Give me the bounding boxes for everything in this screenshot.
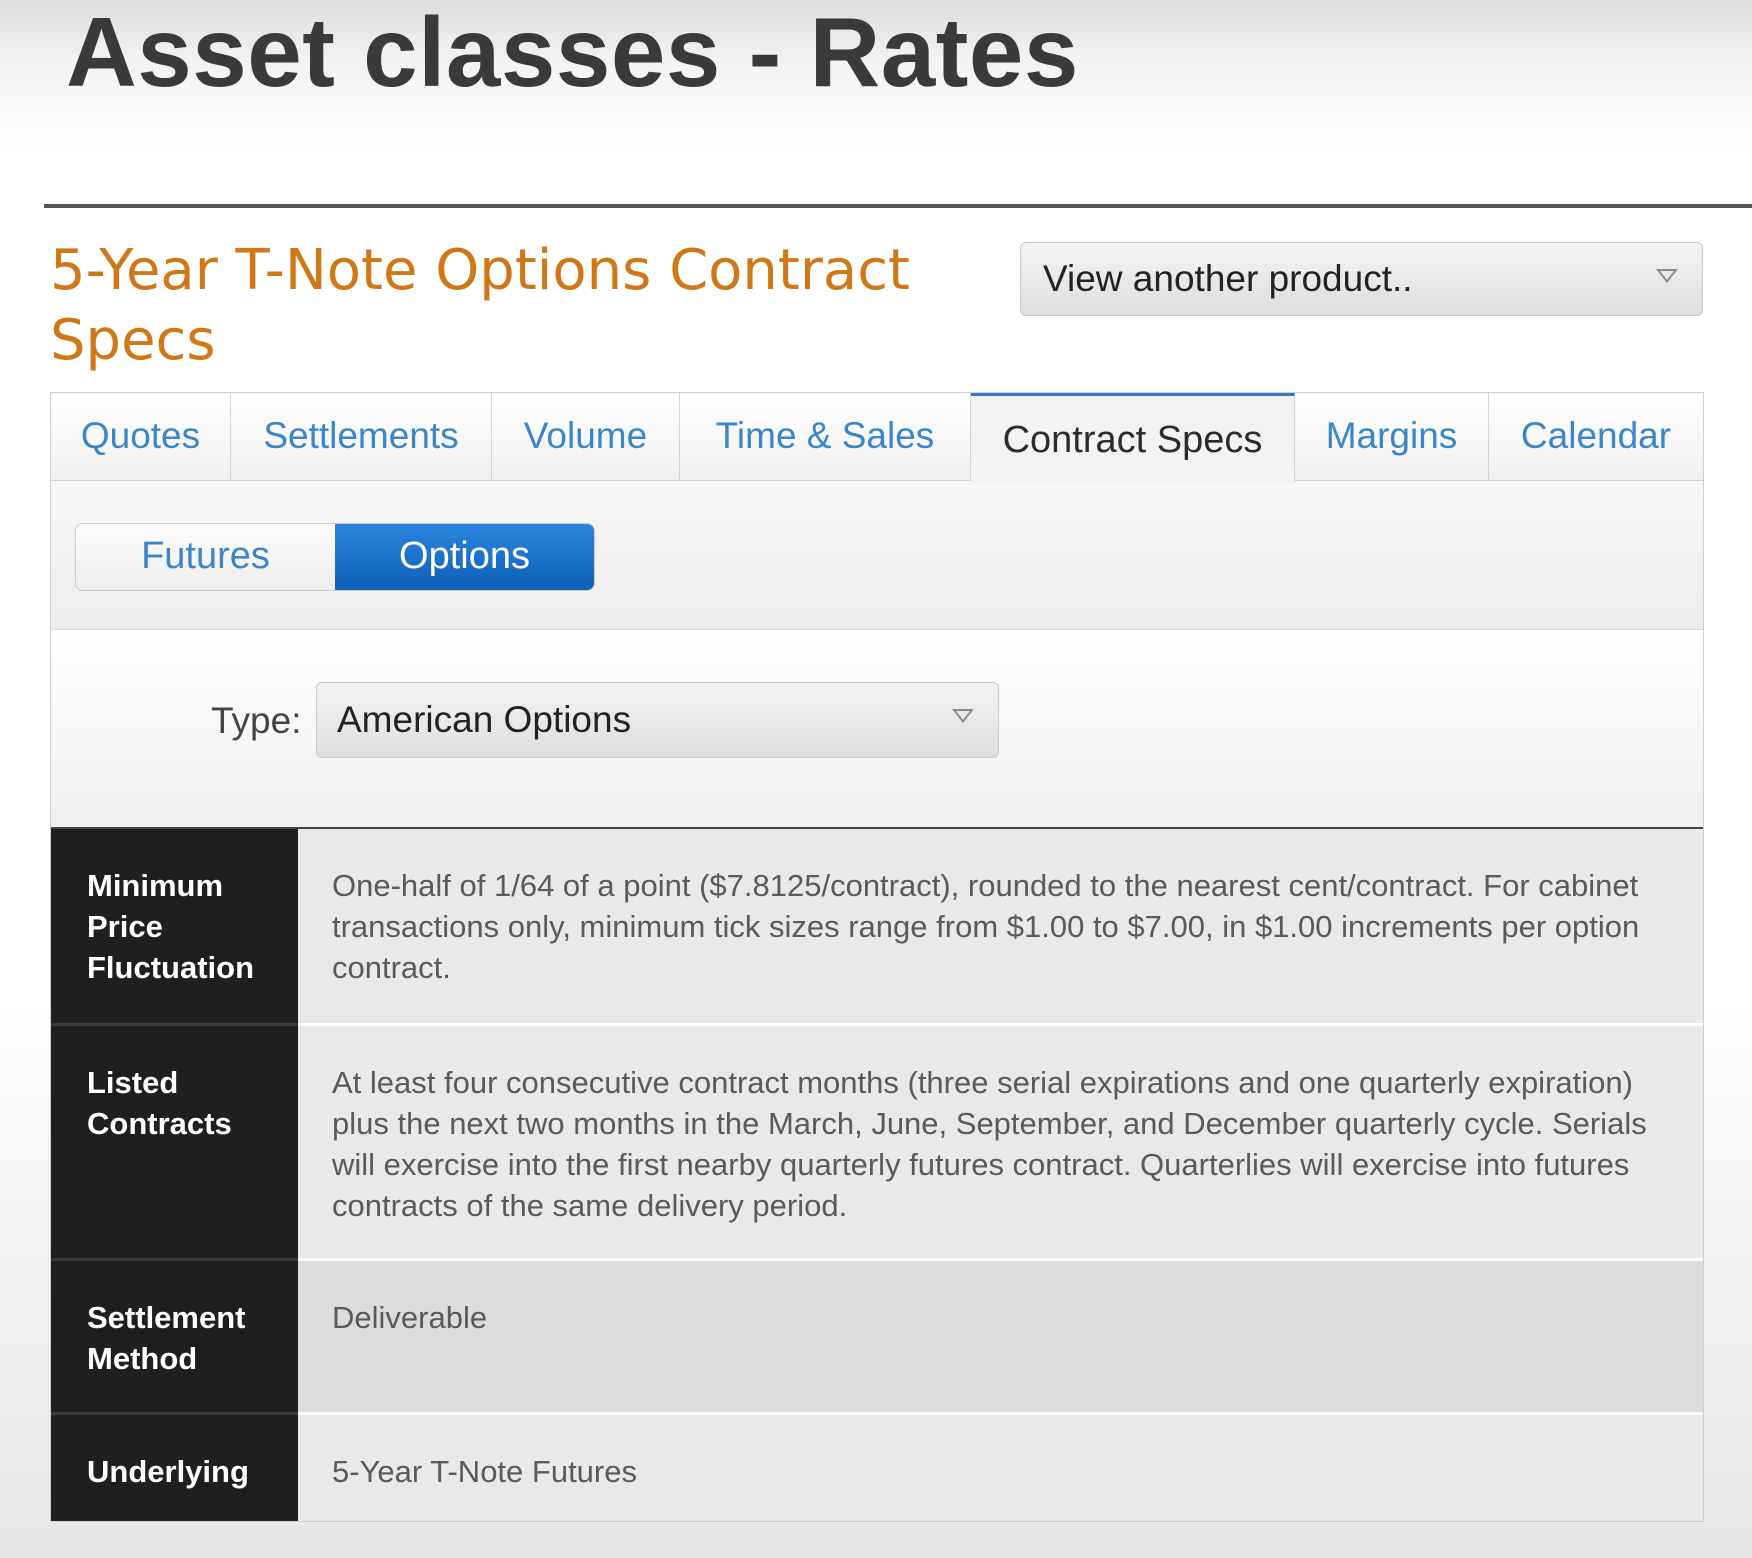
specs-table: Minimum Price Fluctuation One-half of 1/…	[51, 827, 1703, 1521]
tab-bar: Quotes Settlements Volume Time & Sales C…	[51, 393, 1703, 483]
spec-row: Underlying 5-Year T-Note Futures	[51, 1415, 1703, 1521]
contract-specs-panel: Quotes Settlements Volume Time & Sales C…	[50, 392, 1704, 1522]
tab-quotes[interactable]: Quotes	[51, 393, 231, 481]
chevron-down-icon	[1656, 269, 1678, 283]
title-divider	[44, 204, 1752, 208]
futures-options-toggle: Futures Options	[75, 523, 595, 591]
spec-row: Minimum Price Fluctuation One-half of 1/…	[51, 829, 1703, 1026]
spec-value-underlying: 5-Year T-Note Futures	[298, 1415, 1703, 1521]
spec-value-listed-contracts: At least four consecutive contract month…	[298, 1026, 1703, 1258]
tab-contract-specs[interactable]: Contract Specs	[971, 393, 1295, 483]
view-another-product-dropdown[interactable]: View another product..	[1020, 242, 1703, 316]
page-title: 5-Year T-Note Options Contract Specs	[50, 238, 910, 373]
options-toggle-button[interactable]: Options	[335, 524, 594, 590]
spec-label-listed-contracts: Listed Contracts	[51, 1026, 298, 1261]
slide-title: Asset classes - Rates	[66, 0, 1079, 107]
spec-value-settlement-method: Deliverable	[298, 1261, 1703, 1412]
spec-value-minimum-price-fluctuation: One-half of 1/64 of a point ($7.8125/con…	[298, 829, 1703, 1023]
tab-time-and-sales[interactable]: Time & Sales	[680, 393, 971, 481]
type-label: Type:	[211, 700, 302, 741]
futures-toggle-button[interactable]: Futures	[76, 524, 335, 590]
type-dropdown-value: American Options	[337, 699, 632, 740]
tab-volume[interactable]: Volume	[492, 393, 680, 481]
spec-row: Listed Contracts At least four consecuti…	[51, 1026, 1703, 1261]
tab-calendar[interactable]: Calendar	[1489, 393, 1703, 481]
type-dropdown[interactable]: American Options	[316, 682, 999, 758]
spec-row: Settlement Method Deliverable	[51, 1261, 1703, 1415]
tab-margins[interactable]: Margins	[1295, 393, 1489, 481]
chevron-down-icon	[952, 709, 974, 723]
product-type-toggle-area: Futures Options	[51, 483, 1703, 630]
type-filter-area: Type: American Options	[51, 630, 1703, 828]
tab-settlements[interactable]: Settlements	[231, 393, 492, 481]
product-dropdown-value: View another product..	[1043, 258, 1413, 299]
spec-label-minimum-price-fluctuation: Minimum Price Fluctuation	[51, 829, 298, 1026]
spec-label-underlying: Underlying	[51, 1415, 298, 1521]
spec-label-settlement-method: Settlement Method	[51, 1261, 298, 1415]
